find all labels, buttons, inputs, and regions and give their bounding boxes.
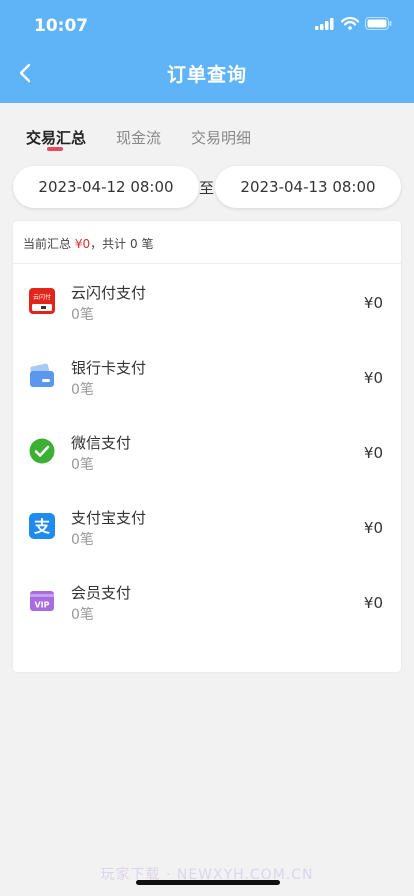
tab-cash-flow[interactable]: 现金流: [116, 127, 161, 148]
nav-bar: 订单查询: [0, 50, 414, 98]
summary-text: 当前汇总 ¥0，共计 0 笔: [23, 235, 153, 252]
payment-summary-card: 当前汇总 ¥0，共计 0 笔 云闪付 云闪付支付 0笔 ¥0 银行卡支付 0笔 …: [13, 221, 401, 672]
payment-count: 0笔: [71, 607, 94, 623]
payment-name: 云闪付支付: [71, 284, 147, 302]
payment-row-alipay[interactable]: 支 支付宝支付 0笔 ¥0: [13, 489, 401, 564]
payment-count: 0笔: [71, 532, 94, 548]
summary-suffix: 笔: [141, 237, 154, 251]
summary-amount: ¥0: [74, 237, 91, 251]
payment-row-member[interactable]: VIP 会员支付 0笔 ¥0: [13, 564, 401, 639]
payment-amount: ¥0: [363, 444, 383, 462]
tab-active-indicator: [47, 147, 63, 151]
summary-middle: ，共计: [90, 237, 127, 251]
payment-amount: ¥0: [363, 594, 383, 612]
end-date-picker[interactable]: 2023-04-13 08:00: [215, 166, 401, 208]
cellular-signal-icon: [315, 17, 334, 30]
home-indicator: [136, 880, 280, 885]
date-range: 2023-04-12 08:00 至 2023-04-13 08:00: [0, 166, 414, 210]
payment-row-unionpay[interactable]: 云闪付 云闪付支付 0笔 ¥0: [13, 264, 401, 339]
payment-name: 微信支付: [71, 434, 132, 452]
payment-amount: ¥0: [363, 369, 383, 387]
page-title: 订单查询: [166, 64, 247, 86]
vip-icon-text: VIP: [34, 601, 49, 610]
payment-count: 0笔: [71, 457, 94, 473]
payment-amount: ¥0: [363, 519, 383, 537]
status-time: 10:07: [34, 16, 89, 36]
bank-card-icon: [30, 363, 54, 387]
payment-name: 支付宝支付: [71, 509, 147, 527]
unionpay-icon-text: 云闪付: [33, 293, 51, 301]
unionpay-icon: 云闪付: [29, 288, 55, 314]
date-separator: 至: [199, 179, 215, 197]
alipay-icon: 支: [29, 513, 55, 539]
vip-icon: VIP: [30, 591, 54, 611]
summary-bar: 当前汇总 ¥0，共计 0 笔: [13, 221, 401, 264]
payment-name: 会员支付: [71, 584, 132, 602]
summary-prefix: 当前汇总: [23, 237, 72, 251]
tab-bar: 交易汇总 现金流 交易明细: [0, 103, 414, 161]
summary-count: 0: [129, 237, 138, 251]
payment-row-bank-card[interactable]: 银行卡支付 0笔 ¥0: [13, 339, 401, 414]
wifi-icon: [341, 17, 359, 30]
start-date-picker[interactable]: 2023-04-12 08:00: [13, 166, 199, 208]
app-header: 10:07 订单查询: [0, 0, 414, 103]
payment-count: 0笔: [71, 382, 94, 398]
status-icons: [315, 17, 392, 30]
payment-amount: ¥0: [363, 294, 383, 312]
payment-row-wechat[interactable]: 微信支付 0笔 ¥0: [13, 414, 401, 489]
payment-count: 0笔: [71, 307, 94, 323]
battery-icon: [365, 17, 392, 30]
tab-transaction-details[interactable]: 交易明细: [191, 127, 251, 148]
wechat-pay-icon: [29, 438, 55, 464]
alipay-icon-text: 支: [33, 517, 51, 536]
payment-name: 银行卡支付: [71, 359, 147, 377]
status-bar: 10:07: [0, 0, 414, 50]
tab-transaction-summary[interactable]: 交易汇总: [26, 127, 86, 148]
